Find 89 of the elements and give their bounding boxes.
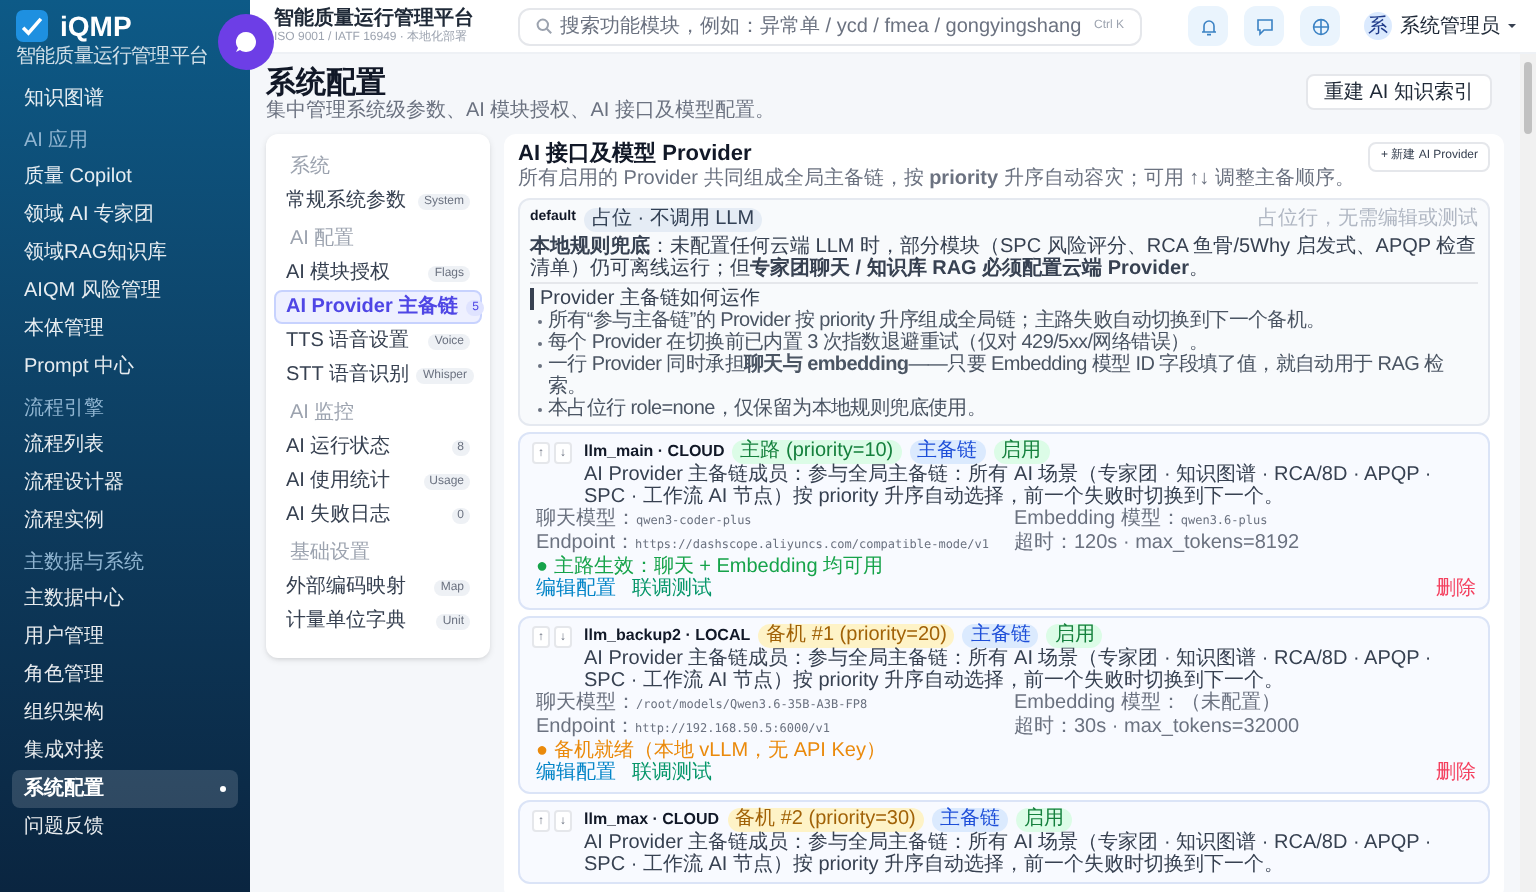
nav-item-label: STT 语音识别 bbox=[286, 361, 409, 390]
nav-item-label: 计量单位字典 bbox=[286, 607, 406, 636]
chain-tag: 主备链 bbox=[909, 440, 986, 464]
nav-item-label: AI 运行状态 bbox=[286, 433, 391, 462]
field-row-text: 超时：120s · max_tokens=8192 bbox=[1014, 532, 1302, 556]
nav-section-label: AI 应用 bbox=[22, 127, 91, 156]
delete-link[interactable]: 删除 bbox=[1436, 578, 1476, 602]
chat-bubble-icon bbox=[234, 30, 258, 54]
provider-description: AI Provider 主备链成员：参与全局主备链：所有 AI 场景（专家团 · 知识图谱 · RCA/8D · APQP · SPC · 工作流 AI 节点）按 priority 升序自动选择，前一个失败时切换到下一个。 bbox=[584, 464, 1434, 508]
help-title: Provider 主备链如何运作 bbox=[530, 288, 1478, 310]
notification-button[interactable] bbox=[1188, 6, 1228, 46]
field-row-text: Embedding 模型：（未配置） bbox=[1014, 692, 1283, 715]
sidebar-item[interactable]: 组织架构 bbox=[12, 694, 238, 732]
status-tag: 启用 bbox=[1015, 808, 1072, 832]
delete-link[interactable]: 删除 bbox=[1436, 762, 1476, 786]
logo-subtitle: 智能质量运行管理平台 bbox=[16, 44, 211, 70]
provider-description: AI Provider 主备链成员：参与全局主备链：所有 AI 场景（专家团 · 知识图谱 · RCA/8D · APQP · SPC · 工作流 AI 节点）按 priority 升序自动选择，前一个失败时切换到下一个。 bbox=[584, 648, 1434, 692]
sidebar-item[interactable]: 质量 Copilot bbox=[12, 158, 238, 196]
sidebar-item[interactable]: 流程设计器 bbox=[12, 464, 238, 502]
provider-status: ● 备机就绪（本地 vLLM，无 API Key） bbox=[536, 740, 888, 762]
logo-icon bbox=[16, 10, 48, 42]
sidebar-item[interactable]: 问题反馈 bbox=[12, 808, 238, 846]
sidebar-item[interactable]: 流程列表 bbox=[12, 426, 238, 464]
nav-group-label: 系统 bbox=[288, 153, 332, 182]
app-title: 智能质量运行管理平台 bbox=[274, 9, 476, 29]
action-link[interactable]: 编辑配置 bbox=[536, 762, 616, 786]
message-icon bbox=[1255, 17, 1273, 35]
role-tag: 备机 #2 (priority=30) bbox=[727, 808, 924, 832]
provider-name: llm_backup2 · LOCAL bbox=[584, 624, 751, 647]
page-subtitle: 集中管理系统级参数、AI 模块授权、AI 接口及模型配置。 bbox=[266, 100, 775, 124]
sidebar-item[interactable]: 本体管理 bbox=[12, 310, 238, 348]
help-item: 所有“参与主备链”的 Provider 按 priority 升序组成全局链；主路失败自动切换到下一个备机。 bbox=[548, 310, 1326, 332]
provider-name: llm_max · CLOUD bbox=[584, 808, 720, 831]
provider-name: llm_main · CLOUD bbox=[584, 440, 725, 463]
nav-item-label: 外部编码映射 bbox=[286, 573, 406, 602]
sidebar-item[interactable]: 知识图谱 bbox=[12, 80, 238, 118]
nav-item-label: AI 失败日志 bbox=[286, 501, 391, 530]
message-button[interactable] bbox=[1244, 6, 1284, 46]
sidebar-item[interactable]: Prompt 中心 bbox=[12, 348, 238, 386]
help-item: 本占位行 role=none，仅保留为本地规则兜底使用。 bbox=[548, 398, 987, 420]
panel-title: AI 接口及模型 Provider bbox=[518, 142, 754, 167]
search-icon bbox=[536, 18, 552, 34]
nav-group-label: AI 监控 bbox=[288, 400, 357, 428]
provider-status: ● 主路生效：聊天 + Embedding 均可用 bbox=[536, 556, 886, 578]
nav-item-label: 常规系统参数 bbox=[286, 187, 406, 216]
bell-icon bbox=[1199, 17, 1217, 35]
nav-section-label: 主数据与系统 bbox=[22, 549, 146, 578]
nav-group-label: AI 配置 bbox=[288, 225, 357, 254]
scrollbar[interactable] bbox=[1520, 54, 1536, 892]
sidebar-item[interactable]: 用户管理 bbox=[12, 618, 238, 656]
provider-description: AI Provider 主备链成员：参与全局主备链：所有 AI 场景（专家团 · 知识图谱 · RCA/8D · APQP · SPC · 工作流 AI 节点）按 priority 升序自动选择，前一个失败时切换到下一个。 bbox=[584, 832, 1434, 876]
sidebar-item[interactable]: 角色管理 bbox=[12, 656, 238, 694]
help-item: 一行 Provider 同时承担聊天与 embedding——只要 Embedding 模型 ID 字段填了值，就自动用于 RAG 检索。 bbox=[548, 354, 1446, 398]
sidebar-item[interactable]: 领域 AI 专家团 bbox=[12, 196, 238, 234]
nav-group-label: 基础设置 bbox=[288, 539, 372, 568]
rebuild-index-button[interactable]: 重建 AI 知识索引 bbox=[1305, 74, 1492, 110]
page-title: 系统配置 bbox=[266, 66, 386, 100]
chain-tag: 主备链 bbox=[962, 624, 1039, 648]
field-row-text: 超时：30s · max_tokens=32000 bbox=[1014, 716, 1302, 740]
user-avatar[interactable]: 系 bbox=[1364, 12, 1392, 40]
sidebar-item[interactable]: 领域RAG知识库 bbox=[12, 234, 238, 272]
globe-icon bbox=[1311, 17, 1329, 35]
caret-icon bbox=[1508, 22, 1516, 30]
role-tag: 备机 #1 (priority=20) bbox=[758, 624, 955, 648]
nav-item-label: AI 使用统计 bbox=[286, 467, 391, 496]
help-item: 每个 Provider 在切换前已内置 3 次指数退避重试（仅对 429/5xx/网络错误）。 bbox=[548, 332, 1209, 354]
sidebar-item[interactable]: AIQM 风险管理 bbox=[12, 272, 238, 310]
nav-item-label: AI 模块授权 bbox=[286, 259, 391, 288]
language-button[interactable] bbox=[1300, 6, 1340, 46]
sidebar-item[interactable]: 主数据中心 bbox=[12, 580, 238, 618]
action-link[interactable]: 联调测试 bbox=[632, 578, 712, 602]
logo-title: iQMP bbox=[60, 8, 132, 44]
sidebar-item[interactable]: 流程实例 bbox=[12, 502, 238, 540]
action-link[interactable]: 编辑配置 bbox=[536, 578, 616, 602]
chain-tag: 主备链 bbox=[931, 808, 1008, 832]
fallback-notice: 本地规则兜底：未配置任何云端 LLM 时，部分模块（SPC 风险评分、RCA 鱼骨/5Why 启发式、APQP 检查清单）仍可离线运行；但专家团聊天 / 知识库 RAG 必须配置云端 Provider。 bbox=[530, 236, 1478, 280]
status-tag: 启用 bbox=[1046, 624, 1103, 648]
sidebar-item[interactable]: 系统配置 bbox=[12, 770, 238, 808]
row-note: 占位行，无需编辑或测试 bbox=[1258, 205, 1478, 234]
status-tag: 启用 bbox=[993, 440, 1050, 464]
user-name[interactable]: 系统管理员 bbox=[1400, 11, 1500, 41]
role-tag: 主路 (priority=10) bbox=[732, 440, 902, 464]
nav-item-label: AI Provider 主备链 bbox=[286, 292, 459, 322]
action-link[interactable]: 联调测试 bbox=[632, 762, 712, 786]
panel-description: 所有启用的 Provider 共同组成全局主备链，按 priority 升序自动容灾；可用 ↑↓ 调整主备顺序。 bbox=[518, 168, 1355, 192]
nav-section-label: 流程引擎 bbox=[22, 395, 106, 424]
sidebar-item[interactable]: 集成对接 bbox=[12, 732, 238, 770]
nav-item-label: TTS 语音设置 bbox=[286, 327, 410, 356]
placeholder-tag: 占位 · 不调用 LLM bbox=[583, 207, 763, 231]
